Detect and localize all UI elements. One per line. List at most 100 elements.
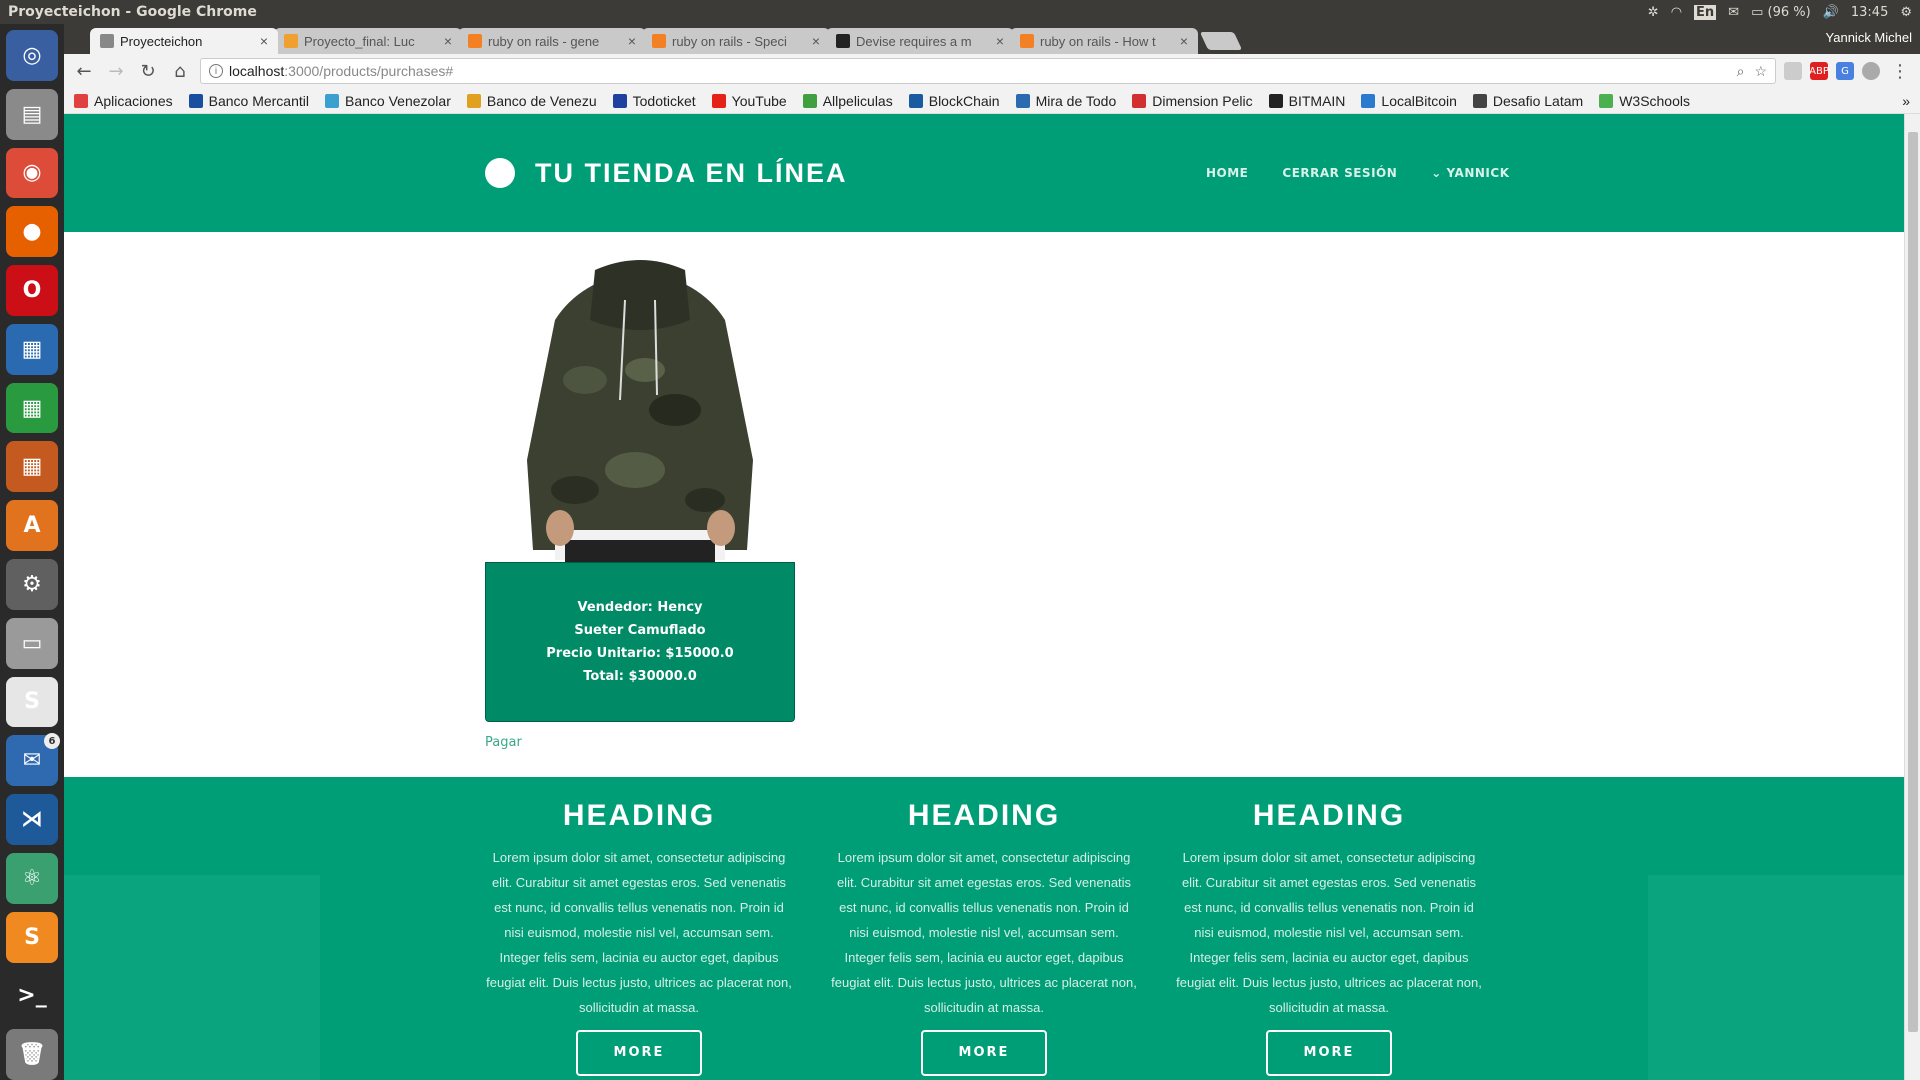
- bookmarks-bar: Aplicaciones Banco Mercantil Banco Venezol…: [64, 88, 1920, 114]
- back-icon[interactable]: ←: [72, 59, 96, 83]
- disk-icon[interactable]: ▭: [6, 617, 58, 669]
- files-icon[interactable]: ▤: [6, 88, 58, 140]
- more-button[interactable]: MORE: [1266, 1030, 1392, 1076]
- forward-icon[interactable]: →: [104, 59, 128, 83]
- bookmark-item[interactable]: Banco Venezolar: [325, 93, 451, 109]
- home-icon[interactable]: ⌂: [168, 59, 192, 83]
- bookmark-item[interactable]: BlockChain: [908, 93, 1000, 109]
- bookmark-item[interactable]: Todoticket: [612, 92, 696, 109]
- translate-icon[interactable]: G: [1836, 62, 1854, 80]
- new-tab-button[interactable]: [1199, 32, 1243, 50]
- tab-title: ruby on rails - Speci: [672, 33, 787, 49]
- settings-indicator-icon[interactable]: ✲: [1648, 5, 1659, 20]
- tab-close-icon[interactable]: ×: [444, 33, 452, 49]
- tab-close-icon[interactable]: ×: [996, 33, 1004, 49]
- bookmark-star-icon[interactable]: ☆: [1754, 63, 1767, 80]
- page-scrollbar[interactable]: [1904, 114, 1920, 1080]
- wifi-icon[interactable]: ◠: [1671, 5, 1682, 20]
- menu-icon[interactable]: ⋮: [1888, 59, 1912, 83]
- site-logo-icon[interactable]: [485, 158, 515, 188]
- page-viewport: TU TIENDA EN LÍNEA HOME CERRAR SESIÓN ⌄ …: [64, 114, 1920, 1080]
- bookmark-item[interactable]: W3Schools: [1599, 93, 1690, 109]
- bookmarks-overflow-icon[interactable]: »: [1902, 93, 1910, 109]
- feature-text: Lorem ipsum dolor sit amet, consectetur …: [831, 850, 1137, 1015]
- feature-column: HEADING Lorem ipsum dolor sit amet, cons…: [484, 777, 794, 1076]
- bookmark-item[interactable]: BITMAIN: [1268, 93, 1345, 109]
- opera-icon[interactable]: O: [6, 265, 58, 316]
- nav-user-dropdown[interactable]: ⌄ YANNICK: [1431, 166, 1509, 180]
- ubuntu-dash-icon[interactable]: ◎: [6, 30, 58, 81]
- power-icon[interactable]: ⚙: [1900, 5, 1912, 20]
- bookmark-favicon-icon: [1599, 93, 1614, 108]
- seller-label: Vendedor: Hency: [577, 600, 703, 615]
- vscode-icon[interactable]: ⋊: [6, 794, 58, 845]
- adblock-icon[interactable]: ABP: [1809, 62, 1829, 80]
- bookmark-label: Banco Mercantil: [208, 92, 309, 109]
- reload-icon[interactable]: ↻: [136, 59, 160, 83]
- extension-grey-icon[interactable]: [1862, 62, 1880, 80]
- bookmark-item[interactable]: Desafio Latam: [1472, 93, 1583, 109]
- sublime-icon[interactable]: S: [6, 911, 58, 963]
- impress-icon[interactable]: ▦: [6, 441, 58, 493]
- pay-link[interactable]: Pagar: [485, 735, 522, 750]
- calc-icon[interactable]: ▦: [6, 382, 58, 434]
- feature-heading: HEADING: [907, 799, 1061, 832]
- feature-heading: HEADING: [1252, 799, 1406, 832]
- atom-icon[interactable]: ⚛: [6, 852, 58, 904]
- more-button[interactable]: MORE: [576, 1030, 702, 1076]
- browser-tab[interactable]: Proyecto_final: Luc ×: [274, 28, 462, 54]
- bookmark-item[interactable]: Mira de Todo: [1015, 93, 1116, 109]
- chrome-icon[interactable]: ◉: [6, 147, 58, 199]
- purchase-item: Vendedor: Hency Sueter Camuflado Precio …: [485, 260, 795, 722]
- bookmark-label: Banco de Venezu: [486, 92, 597, 109]
- bookmark-item[interactable]: Allpeliculas: [802, 93, 893, 109]
- bookmark-item[interactable]: Banco de Venezu: [466, 92, 597, 109]
- mail-icon[interactable]: ✉: [1728, 5, 1739, 20]
- bookmark-favicon-icon: [908, 93, 923, 108]
- nav-home[interactable]: HOME: [1206, 166, 1248, 180]
- bookmark-favicon-icon: [612, 93, 627, 108]
- tab-close-icon[interactable]: ×: [812, 33, 820, 49]
- browser-tab[interactable]: ruby on rails - How t ×: [1010, 28, 1198, 54]
- volume-icon[interactable]: 🔊: [1823, 5, 1839, 20]
- thunderbird-icon[interactable]: ✉ 6: [6, 733, 60, 787]
- tab-close-icon[interactable]: ×: [1180, 33, 1188, 49]
- keyboard-indicator[interactable]: En: [1694, 4, 1717, 20]
- features-columns: HEADING Lorem ipsum dolor sit amet, cons…: [484, 777, 1484, 1076]
- writer-icon[interactable]: ▦: [6, 323, 58, 375]
- browser-tab[interactable]: Proyecteichon ×: [90, 28, 278, 54]
- software-center-icon[interactable]: A: [6, 500, 58, 552]
- bookmark-item[interactable]: Aplicaciones: [74, 93, 173, 109]
- info-icon[interactable]: i: [209, 64, 223, 78]
- terminal-icon[interactable]: >_: [6, 970, 58, 1022]
- bookmark-favicon-icon: [74, 93, 88, 108]
- browser-tab[interactable]: Devise requires a m ×: [826, 28, 1014, 54]
- tab-close-icon[interactable]: ×: [260, 33, 268, 49]
- firefox-icon[interactable]: ●: [6, 206, 58, 258]
- bookmark-item[interactable]: Banco Mercantil: [188, 92, 309, 109]
- scrollbar-thumb[interactable]: [1908, 132, 1918, 1032]
- purchases-section: Vendedor: Hency Sueter Camuflado Precio …: [64, 232, 1920, 777]
- zoom-icon[interactable]: ⌕: [1737, 63, 1745, 80]
- battery-indicator[interactable]: ▭ (96 %): [1751, 5, 1811, 20]
- bookmark-item[interactable]: Dimension Pelic: [1132, 93, 1253, 109]
- os-top-bar: Proyecteichon - Google Chrome ✲ ◠ En ✉ ▭…: [0, 0, 1920, 24]
- trash-icon[interactable]: 🗑: [6, 1029, 58, 1080]
- settings-icon[interactable]: ⚙: [6, 559, 58, 610]
- slack-icon[interactable]: S: [6, 676, 58, 728]
- bookmark-label: Todoticket: [632, 92, 696, 109]
- tab-title: Proyecto_final: Luc: [304, 33, 415, 49]
- notification-badge: 6: [44, 733, 60, 750]
- bookmark-item[interactable]: YouTube: [711, 93, 787, 109]
- browser-tab[interactable]: ruby on rails - Speci ×: [642, 28, 830, 54]
- extension-icon[interactable]: [1784, 62, 1802, 80]
- clock[interactable]: 13:45: [1851, 5, 1888, 20]
- tab-close-icon[interactable]: ×: [628, 33, 636, 49]
- profile-name[interactable]: Yannick Michel: [1826, 30, 1912, 45]
- browser-tab[interactable]: ruby on rails - gene ×: [458, 28, 646, 54]
- address-bar[interactable]: i localhost:3000/products/purchases# ⌕ ☆: [200, 58, 1776, 84]
- bookmark-item[interactable]: LocalBitcoin: [1361, 93, 1457, 109]
- nav-logout[interactable]: CERRAR SESIÓN: [1282, 166, 1397, 180]
- more-button[interactable]: MORE: [921, 1030, 1047, 1076]
- site-brand[interactable]: TU TIENDA EN LÍNEA: [535, 158, 848, 189]
